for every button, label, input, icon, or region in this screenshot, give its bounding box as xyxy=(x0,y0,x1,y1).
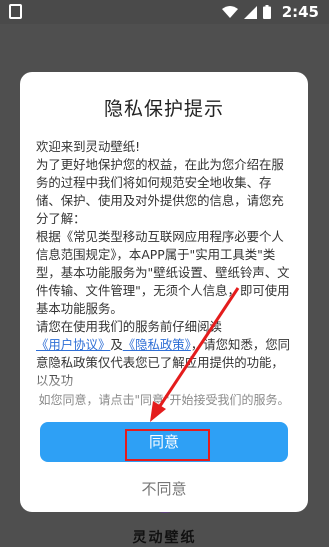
status-time: 2:45 xyxy=(281,3,319,21)
privacy-dialog: 隐私保护提示 欢迎来到灵动壁纸! 为了更好地保护您的权益，在此为您介绍在服务的过… xyxy=(20,72,308,512)
intro-text: 为了更好地保护您的权益，在此为您介绍在服务的过程中我们将如何规范安全地收集、存储… xyxy=(36,157,284,226)
user-agreement-link[interactable]: 《用户协议》 xyxy=(36,337,110,352)
consent-note: 如您同意，请点击"同意"开始接受我们的服务。 xyxy=(38,393,290,407)
signal-icon xyxy=(244,5,257,19)
app-name: 灵动壁纸 xyxy=(132,530,197,546)
classification-text: 根据《常见类型移动互联网应用程序必要个人信息范围规定》，本APP属于"实用工具类… xyxy=(36,229,290,316)
disagree-button[interactable]: 不同意 xyxy=(20,472,308,506)
and-text: 及 xyxy=(110,337,123,352)
wifi-icon xyxy=(222,5,238,18)
dialog-title: 隐私保护提示 xyxy=(103,98,224,120)
privacy-policy-link[interactable]: 《隐私政策》 xyxy=(123,337,191,352)
battery-icon xyxy=(263,5,271,19)
agree-highlight-box xyxy=(125,429,210,461)
status-bar: 2:45 xyxy=(0,0,329,24)
read-prefix: 请您在使用我们的服务前仔细阅读 xyxy=(36,319,222,334)
dialog-body[interactable]: 欢迎来到灵动壁纸! 为了更好地保护您的权益，在此为您介绍在服务的过程中我们将如何… xyxy=(36,138,294,462)
welcome-text: 欢迎来到灵动壁纸! xyxy=(36,139,141,154)
notification-icon xyxy=(9,4,22,19)
